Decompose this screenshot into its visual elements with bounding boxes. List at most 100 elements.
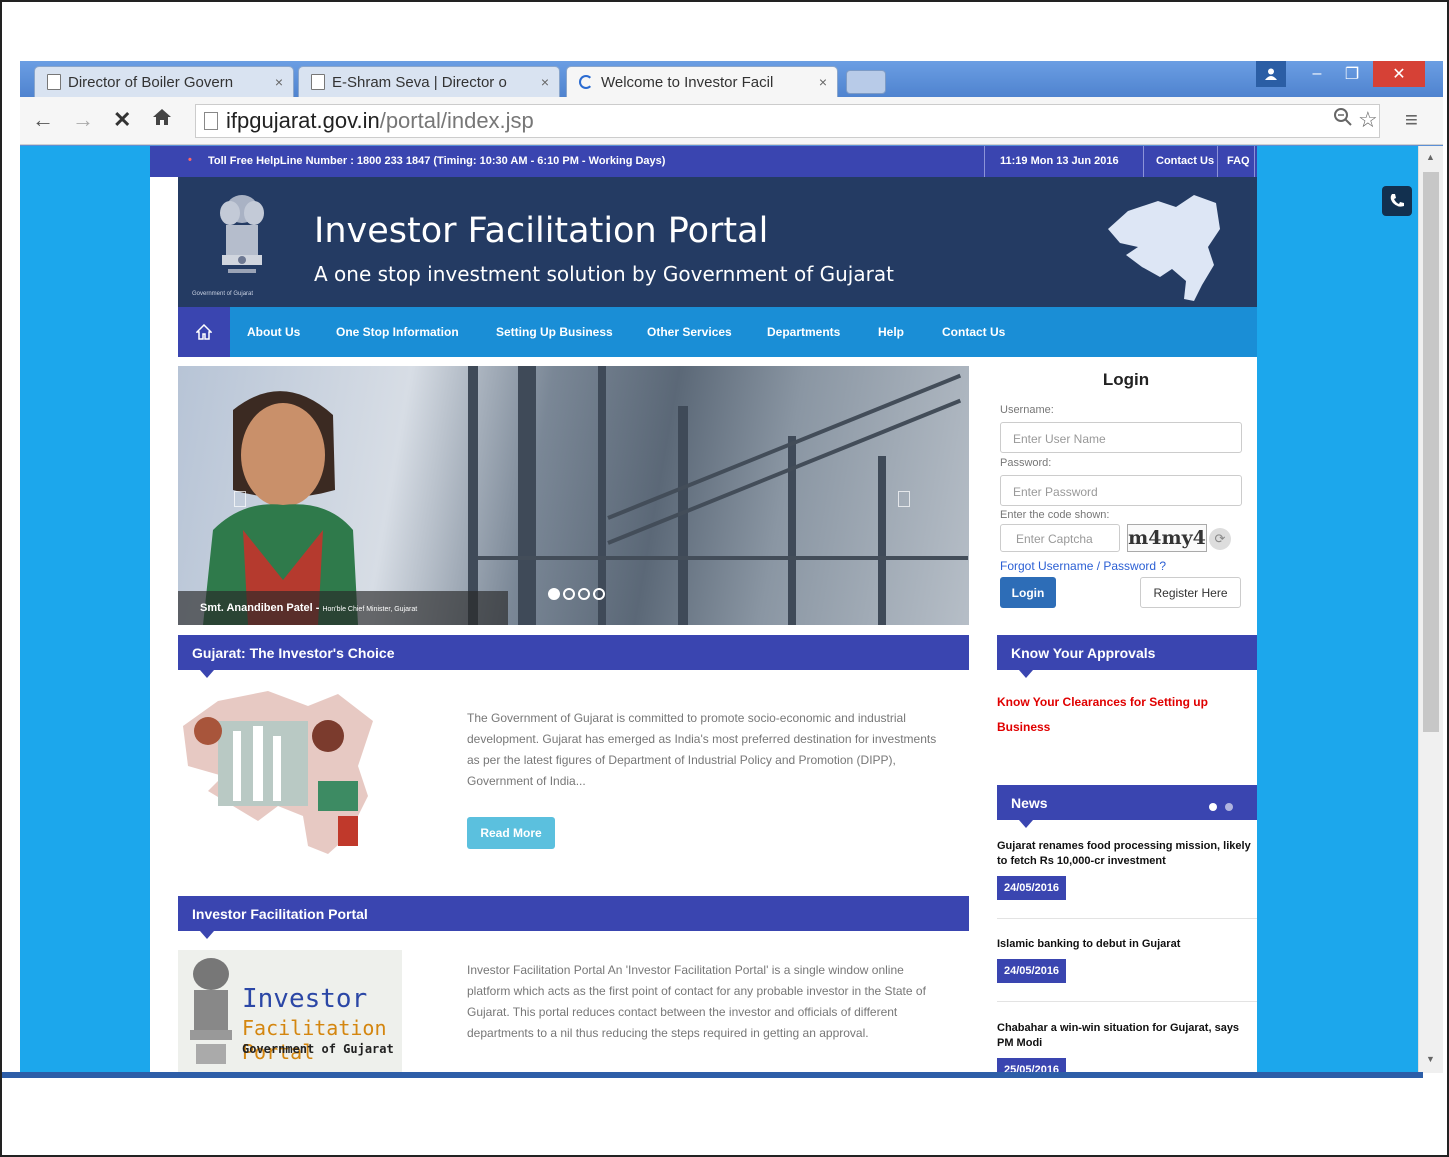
username-input[interactable]: Enter User Name	[1000, 422, 1242, 453]
pipe-beam	[478, 556, 968, 560]
nav-other-services[interactable]: Other Services	[647, 325, 732, 339]
address-bar[interactable]: ifpgujarat.gov.in/portal/index.jsp	[195, 104, 1380, 138]
scrollbar-thumb[interactable]	[1423, 172, 1439, 732]
section-heading-portal: Investor Facilitation Portal	[178, 896, 969, 939]
pipe-beam	[607, 398, 962, 545]
faq-link[interactable]: FAQ	[1227, 155, 1250, 167]
know-clearances-link[interactable]: Know Your Clearances for Setting up Busi…	[997, 690, 1227, 740]
state-emblem-icon	[190, 958, 232, 1064]
register-button[interactable]: Register Here	[1140, 577, 1241, 608]
industrial-structure	[598, 366, 606, 625]
divider	[1143, 146, 1144, 177]
news-title[interactable]: Islamic banking to debut in Gujarat	[997, 937, 1257, 952]
nav-home-icon[interactable]	[178, 307, 230, 357]
main-navigation: About Us One Stop Information Setting Up…	[178, 307, 1257, 357]
tab-close-icon[interactable]: ×	[819, 74, 827, 90]
industrial-structure	[468, 366, 478, 625]
close-window-button[interactable]: ✕	[1373, 61, 1425, 87]
captcha-label: Enter the code shown:	[1000, 509, 1110, 521]
industrial-structure	[518, 366, 536, 625]
scroll-up-arrow-icon[interactable]: ▲	[1426, 152, 1435, 162]
nav-about-us[interactable]: About Us	[247, 325, 300, 339]
minimize-button[interactable]: –	[1302, 61, 1332, 87]
news-item[interactable]: Chabahar a win-win situation for Gujarat…	[997, 1021, 1257, 1073]
logo-line-investor: Investor	[242, 984, 368, 1014]
refresh-captcha-icon[interactable]: ⟳	[1209, 528, 1231, 550]
forward-arrow-icon[interactable]: →	[72, 107, 94, 133]
divider	[1217, 146, 1218, 177]
phone-call-icon[interactable]	[1382, 186, 1412, 216]
password-input[interactable]: Enter Password	[1000, 475, 1242, 506]
forgot-password-link[interactable]: Forgot Username / Password ?	[1000, 559, 1166, 573]
news-item[interactable]: Gujarat renames food processing mission,…	[997, 839, 1257, 900]
tab-close-icon[interactable]: ×	[275, 74, 283, 90]
page-icon	[47, 74, 61, 90]
news-pager-dot[interactable]	[1225, 803, 1233, 811]
url-path: /portal/index.jsp	[379, 108, 534, 133]
user-profile-icon[interactable]	[1256, 61, 1286, 87]
news-title[interactable]: Chabahar a win-win situation for Gujarat…	[997, 1021, 1257, 1051]
caption-name: Smt. Anandiben Patel -	[200, 602, 323, 614]
bookmark-star-icon[interactable]: ☆	[1358, 107, 1378, 133]
site-title: Investor Facilitation Portal	[314, 211, 769, 251]
approvals-heading: Know Your Approvals	[997, 635, 1257, 678]
tab-investor-facilitation[interactable]: Welcome to Investor Facil ×	[566, 66, 838, 97]
tab-close-icon[interactable]: ×	[541, 74, 549, 90]
restore-button[interactable]: ❐	[1337, 61, 1367, 87]
captcha-input[interactable]: Enter Captcha	[1000, 524, 1120, 552]
slider-dot[interactable]	[548, 588, 560, 600]
captcha-image: m4my4	[1127, 524, 1207, 552]
news-heading-label: News	[1011, 795, 1048, 811]
site-header-banner: Government of Gujarat Investor Facilitat…	[178, 177, 1257, 307]
vertical-scrollbar[interactable]: ▲ ▼	[1418, 146, 1443, 1073]
tab-label: E-Shram Seva | Director o	[332, 73, 507, 91]
logo-line-facilitation: Facilitation Portal	[242, 1016, 387, 1064]
menu-icon[interactable]: ≡	[1405, 107, 1418, 133]
page-icon	[204, 112, 218, 130]
page-viewport: • Toll Free HelpLine Number : 1800 233 1…	[20, 146, 1418, 1073]
back-arrow-icon[interactable]: ←	[32, 107, 54, 133]
slider-next-arrow-icon[interactable]	[898, 491, 910, 507]
divider	[997, 1001, 1257, 1002]
news-title[interactable]: Gujarat renames food processing mission,…	[997, 839, 1257, 869]
tab-label: Welcome to Investor Facil	[601, 73, 774, 91]
news-pager-dot[interactable]	[1209, 803, 1217, 811]
new-tab-button[interactable]	[846, 70, 886, 94]
helpline-bullet-icon: •	[188, 154, 192, 166]
tab-e-shram-seva[interactable]: E-Shram Seva | Director o ×	[298, 66, 560, 97]
top-contact-link[interactable]: Contact Us	[1156, 155, 1214, 167]
stop-loading-icon[interactable]: ✕	[113, 107, 131, 133]
divider	[997, 918, 1257, 919]
news-date: 24/05/2016	[997, 959, 1067, 983]
read-more-button[interactable]: Read More	[467, 817, 555, 849]
nav-one-stop-information[interactable]: One Stop Information	[336, 325, 459, 339]
portrait-image	[203, 391, 358, 625]
nav-help[interactable]: Help	[878, 325, 904, 339]
slider-dot[interactable]	[578, 588, 590, 600]
login-panel: Login Username: Enter User Name Password…	[995, 366, 1257, 626]
hero-slider[interactable]: Smt. Anandiben Patel - Hon'ble Chief Min…	[178, 366, 969, 625]
slider-prev-arrow-icon[interactable]	[234, 491, 246, 507]
nav-setting-up-business[interactable]: Setting Up Business	[496, 325, 613, 339]
divider	[984, 146, 985, 177]
password-label: Password:	[1000, 457, 1052, 469]
zoom-icon[interactable]	[1333, 107, 1353, 133]
news-date: 24/05/2016	[997, 876, 1067, 900]
tab-director-of-boiler[interactable]: Director of Boiler Govern ×	[34, 66, 294, 97]
slider-dot[interactable]	[593, 588, 605, 600]
logo-line-government: Government of Gujarat	[242, 1042, 394, 1056]
ifp-logo-image: Investor Facilitation Portal Government …	[178, 950, 402, 1073]
login-button[interactable]: Login	[1000, 577, 1056, 608]
nav-contact-us[interactable]: Contact Us	[942, 325, 1005, 339]
scroll-down-arrow-icon[interactable]: ▼	[1426, 1054, 1435, 1064]
section2-text: Investor Facilitation Portal An 'Investo…	[467, 963, 926, 1040]
home-icon[interactable]	[152, 107, 172, 133]
taskbar-strip	[0, 1072, 1423, 1078]
section1-text: The Government of Gujarat is committed t…	[467, 711, 937, 788]
date-time: 11:19 Mon 13 Jun 2016	[1000, 155, 1119, 167]
slider-dot[interactable]	[563, 588, 575, 600]
news-item[interactable]: Islamic banking to debut in Gujarat 24/0…	[997, 937, 1257, 983]
login-heading: Login	[1102, 370, 1150, 389]
tab-strip: Director of Boiler Govern × E-Shram Seva…	[20, 61, 1443, 97]
nav-departments[interactable]: Departments	[767, 325, 840, 339]
